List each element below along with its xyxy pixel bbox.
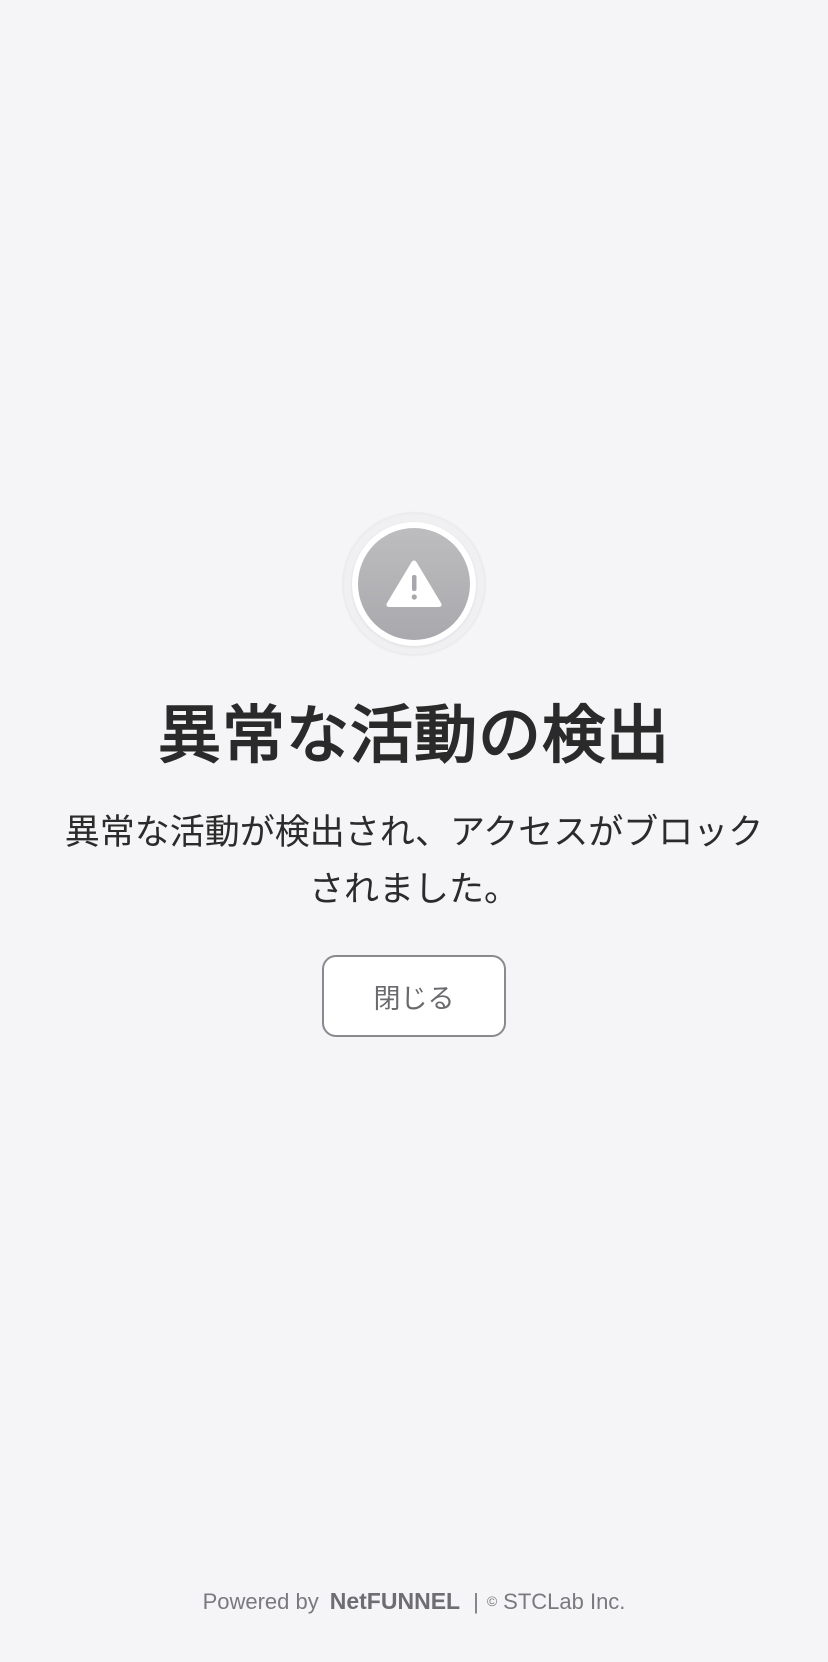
warning-icon bbox=[358, 528, 470, 640]
close-button[interactable]: 閉じる bbox=[322, 955, 506, 1037]
footer-separator: | bbox=[473, 1588, 479, 1614]
warning-badge bbox=[344, 514, 484, 654]
block-message: 異常な活動が検出され、アクセスがブロック されました。 bbox=[34, 805, 794, 919]
powered-by-label: Powered by bbox=[202, 1588, 319, 1614]
block-message-line-2: されました。 bbox=[308, 870, 519, 910]
company-name: STCLab Inc. bbox=[503, 1588, 626, 1614]
brand-name: NetFUNNEL bbox=[329, 1588, 461, 1614]
footer: Powered by NetFUNNEL | © STCLab Inc. bbox=[0, 1588, 828, 1615]
copyright-icon: © bbox=[486, 1592, 498, 1609]
block-message-line-1: 異常な活動が検出され、アクセスがブロック bbox=[64, 813, 764, 853]
blocked-notice: 異常な活動の検出 異常な活動が検出され、アクセスがブロック されました。 閉じる bbox=[0, 514, 828, 1037]
page-title: 異常な活動の検出 bbox=[158, 699, 670, 772]
